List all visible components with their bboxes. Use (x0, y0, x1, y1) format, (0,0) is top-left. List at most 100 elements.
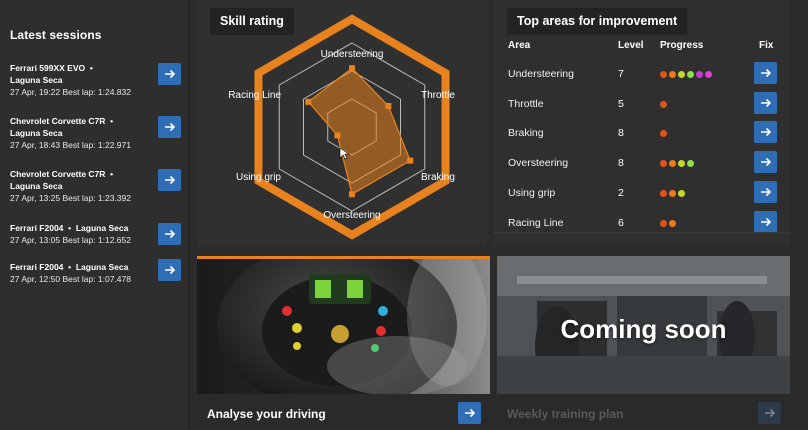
row-level: 7 (618, 68, 624, 80)
table-divider (493, 232, 790, 233)
session-car: Chevrolet Corvette C7R (10, 169, 106, 179)
column-header-level: Level (618, 40, 644, 51)
row-area: Racing Line (508, 217, 564, 229)
skill-point (349, 65, 355, 72)
fix-button[interactable] (754, 92, 777, 114)
progress-dot (660, 220, 667, 227)
improvement-title: Top areas for improvement (507, 8, 688, 35)
steering-wheel-image (197, 256, 490, 394)
progress-dot (669, 190, 676, 197)
progress-dot (678, 160, 685, 167)
row-level: 8 (618, 157, 624, 169)
row-level: 6 (618, 217, 624, 229)
skill-radar-chart: Understeering Throttle Braking Oversteer… (228, 14, 455, 240)
session-separator: • (68, 262, 72, 272)
axis-label-racing-line: Racing Line (228, 90, 281, 101)
row-level: 2 (618, 187, 624, 199)
session-car: Chevrolet Corvette C7R (10, 116, 106, 126)
session-item[interactable]: Ferrari 599XX EVO • Laguna Seca 27 Apr, … (10, 63, 185, 107)
arrow-right-icon (760, 127, 771, 137)
fix-button[interactable] (754, 211, 777, 233)
row-area: Oversteering (508, 157, 569, 169)
session-track: Laguna Seca (10, 75, 63, 85)
table-row: Understeering 7 (493, 60, 790, 90)
arrow-right-icon (760, 68, 771, 78)
column-header-area: Area (508, 40, 531, 51)
arrow-right-icon (164, 265, 175, 275)
skill-rating-title: Skill rating (210, 8, 294, 35)
table-row: Oversteering 8 (493, 149, 790, 179)
progress-dots (660, 101, 667, 108)
session-item[interactable]: Chevrolet Corvette C7R • Laguna Seca 27 … (10, 116, 185, 160)
analyse-driving-card[interactable]: Analyse your driving (197, 256, 490, 430)
progress-dot (660, 190, 667, 197)
training-plan-card: Coming soon Weekly training plan (497, 256, 790, 430)
session-car: Ferrari F2004 (10, 223, 64, 233)
progress-dot (660, 130, 667, 137)
row-area: Braking (508, 127, 544, 139)
session-track: Laguna Seca (10, 181, 63, 191)
row-area: Using grip (508, 187, 556, 199)
progress-dots (660, 130, 667, 137)
session-track: Laguna Seca (10, 128, 63, 138)
open-session-button[interactable] (158, 169, 181, 191)
open-session-button[interactable] (158, 223, 181, 245)
table-row: Using grip 2 (493, 179, 790, 209)
open-session-button[interactable] (158, 259, 181, 281)
progress-dot (678, 190, 685, 197)
fix-button[interactable] (754, 121, 777, 143)
fix-button[interactable] (754, 151, 777, 173)
row-level: 5 (618, 98, 624, 110)
session-item[interactable]: Ferrari F2004 • Laguna Seca 27 Apr, 12:5… (10, 259, 185, 306)
row-area: Understeering (508, 68, 574, 80)
analyse-driving-button[interactable] (458, 402, 481, 424)
progress-dot (696, 71, 703, 78)
session-details: 27 Apr, 12:50 Best lap: 1:07.478 (10, 274, 131, 284)
axis-label-using-grip: Using grip (236, 172, 281, 183)
arrow-right-icon (164, 175, 175, 185)
arrow-right-icon (760, 157, 771, 167)
skill-point (385, 103, 392, 109)
skill-point (349, 191, 355, 198)
progress-dot (669, 220, 676, 227)
progress-dot (705, 71, 712, 78)
session-item[interactable]: Chevrolet Corvette C7R • Laguna Seca 27 … (10, 169, 185, 213)
arrow-right-icon (164, 229, 175, 239)
card-accent-line (197, 256, 490, 259)
table-row: Throttle 5 (493, 90, 790, 120)
training-plan-label: Weekly training plan (507, 407, 624, 421)
session-track: Laguna Seca (75, 262, 129, 272)
coming-soon-overlay: Coming soon (560, 314, 727, 344)
sessions-sidebar: Latest sessions Ferrari 599XX EVO • Lagu… (0, 0, 189, 430)
fix-button[interactable] (754, 62, 777, 84)
progress-dot (660, 160, 667, 167)
session-separator: • (110, 116, 114, 126)
open-session-button[interactable] (158, 63, 181, 85)
training-plan-button (758, 402, 781, 424)
open-session-button[interactable] (158, 116, 181, 138)
axis-label-oversteering: Oversteering (323, 210, 380, 221)
axis-label-throttle: Throttle (421, 90, 455, 101)
progress-dot (660, 101, 667, 108)
fix-button[interactable] (754, 181, 777, 203)
skill-point (305, 98, 312, 105)
skill-point (407, 157, 414, 164)
arrow-right-icon (164, 69, 175, 79)
progress-dots (660, 220, 676, 227)
progress-dot (669, 71, 676, 78)
session-separator: • (89, 63, 93, 73)
column-header-fix: Fix (759, 40, 774, 51)
progress-dots (660, 71, 712, 78)
axis-label-understeering: Understeering (321, 49, 384, 60)
progress-dot (678, 71, 685, 78)
sidebar-title: Latest sessions (10, 28, 102, 42)
progress-dots (660, 190, 685, 197)
axis-label-braking: Braking (421, 172, 455, 183)
session-separator: • (68, 223, 72, 233)
row-area: Throttle (508, 98, 544, 110)
progress-dot (660, 71, 667, 78)
arrow-right-icon (760, 217, 771, 227)
skill-point (334, 132, 341, 139)
analyse-driving-label: Analyse your driving (207, 407, 326, 421)
progress-dot (687, 160, 694, 167)
